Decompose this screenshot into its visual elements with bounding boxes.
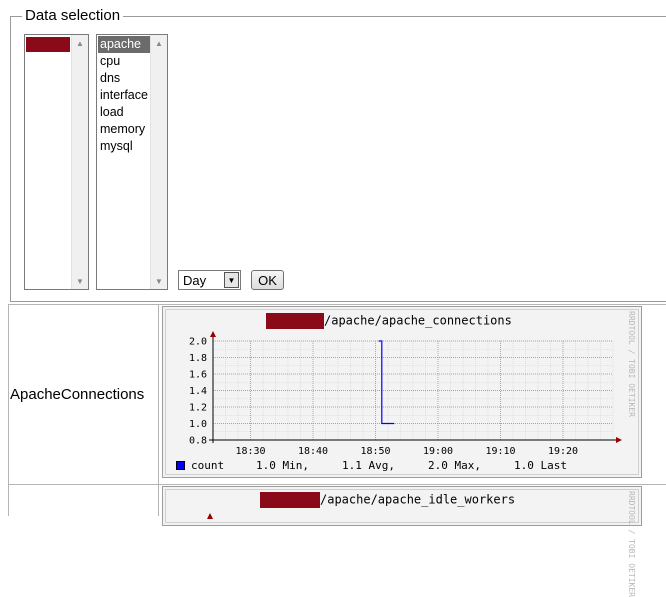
y-tick-label: 1.2 <box>189 403 207 414</box>
chart-area: 2.0 1.8 1.6 1.4 1.2 1.0 0.8 18:30 18:40 18:50 19:0… <box>189 331 622 458</box>
plugin-option-dns[interactable]: dns <box>98 70 151 87</box>
chart-axes <box>209 331 622 443</box>
y-axis-arrow <box>210 331 216 337</box>
scroll-down-arrow-icon[interactable]: ▼ <box>72 273 88 289</box>
y-tick-label: 1.4 <box>189 386 207 397</box>
row-label-apache-connections: ApacheConnections <box>10 386 145 403</box>
plugin-option-interface[interactable]: interface <box>98 87 151 104</box>
plugin-options: apache cpu dns interface load memory mysql <box>98 36 151 155</box>
plugin-option-apache[interactable]: apache <box>98 36 151 53</box>
scroll-down-arrow-icon[interactable]: ▼ <box>151 273 167 289</box>
plugin-option-mysql[interactable]: mysql <box>98 138 151 155</box>
chart-tick-labels: 2.0 1.8 1.6 1.4 1.2 1.0 0.8 18:30 18:40 18:50 19:0… <box>189 337 578 458</box>
x-tick-label: 18:50 <box>360 446 390 457</box>
legend-max: 2.0 Max, <box>428 459 481 472</box>
dropdown-arrow-icon[interactable]: ▼ <box>224 272 239 288</box>
y-tick-label: 1.0 <box>189 419 207 430</box>
x-axis-arrow <box>616 437 622 443</box>
plugin-option-load[interactable]: load <box>98 104 151 121</box>
y-tick-label: 1.8 <box>189 353 207 364</box>
plugin-option-memory[interactable]: memory <box>98 121 151 138</box>
host-listbox[interactable]: ▲ ▼ <box>24 34 89 290</box>
x-tick-label: 18:40 <box>298 446 328 457</box>
chart-area-partial <box>207 513 213 519</box>
scroll-up-arrow-icon[interactable]: ▲ <box>151 35 167 51</box>
ok-button[interactable]: OK <box>251 270 284 290</box>
plugin-option-cpu[interactable]: cpu <box>98 53 151 70</box>
y-tick-label: 0.8 <box>189 436 207 447</box>
data-selection-legend: Data selection <box>22 7 124 24</box>
x-tick-label: 19:10 <box>485 446 515 457</box>
legend-series-name: count <box>191 459 225 472</box>
table-row-divider <box>8 484 666 485</box>
host-option-redacted[interactable] <box>26 37 70 52</box>
y-tick-label: 2.0 <box>189 337 207 348</box>
legend-swatch-count <box>176 461 185 470</box>
legend-min: 1.0 Min, <box>256 459 309 472</box>
plugin-listbox-scrollbar[interactable]: ▲ ▼ <box>150 35 167 289</box>
timespan-select[interactable]: Day ▼ <box>178 270 241 290</box>
graph-apache-idle-workers: /apache/apache_idle_workers RRDTOOL / TO… <box>162 486 642 597</box>
x-tick-label: 18:30 <box>235 446 265 457</box>
timespan-value: Day <box>183 273 207 288</box>
scroll-up-arrow-icon[interactable]: ▲ <box>72 35 88 51</box>
y-tick-label: 1.6 <box>189 370 207 381</box>
graph-apache-connections: /apache/apache_connections RRDTOOL / TOB… <box>162 306 642 478</box>
y-axis-arrow <box>207 513 213 519</box>
x-tick-label: 19:00 <box>423 446 453 457</box>
table-border-top <box>8 304 666 305</box>
legend-avg: 1.1 Avg, <box>342 459 395 472</box>
chart-grid <box>212 340 614 441</box>
host-listbox-scrollbar[interactable]: ▲ ▼ <box>71 35 88 289</box>
legend-last: 1.0 Last <box>514 459 567 472</box>
x-tick-label: 19:20 <box>548 446 578 457</box>
plugin-listbox[interactable]: apache cpu dns interface load memory mysql ▲ ▼ <box>96 34 168 290</box>
